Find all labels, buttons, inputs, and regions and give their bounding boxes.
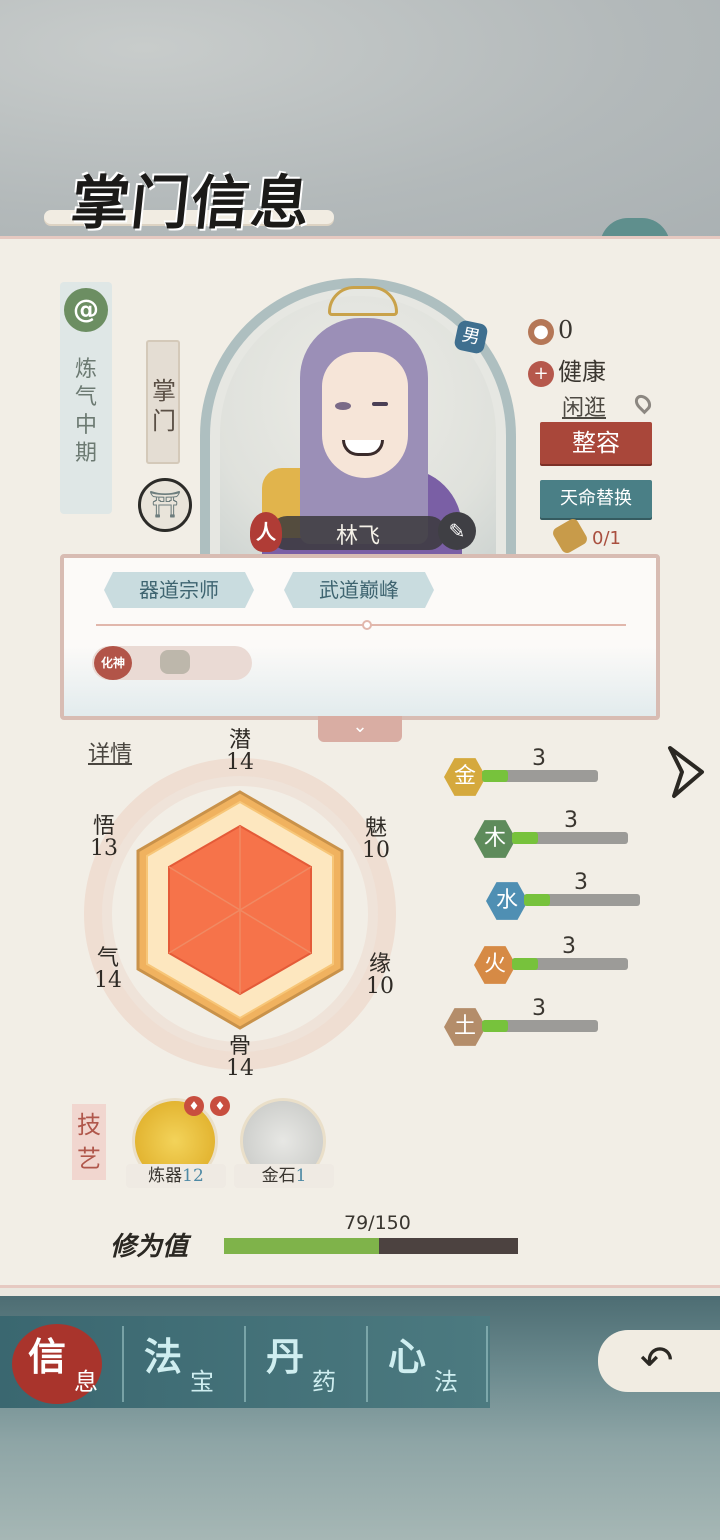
skills-label: 技艺 <box>72 1104 106 1180</box>
element-value: 3 <box>574 870 588 895</box>
element-value: 3 <box>532 746 546 771</box>
tab-main-label: 信 <box>28 1334 67 1379</box>
tab-main-label: 丹 <box>266 1334 305 1379</box>
title-tag-2[interactable]: 武道巅峰 <box>284 572 434 608</box>
pouch-icon: ● <box>528 318 554 345</box>
resource-stat: ● 0 <box>528 316 573 345</box>
attr-value: 14 <box>226 1056 254 1081</box>
element-bar-fill <box>482 1020 508 1032</box>
element-bar <box>512 958 628 970</box>
attr-name: 骨 <box>228 1034 251 1059</box>
skill-forging: 炼器12 <box>126 1164 226 1188</box>
role-label: 掌门 <box>152 377 176 435</box>
tab-pills[interactable]: 丹 药 <box>250 1326 350 1402</box>
tab-separator <box>486 1326 488 1402</box>
attr-value: 13 <box>90 836 118 861</box>
attr-qi: 气 14 <box>88 948 128 992</box>
attr-value: 10 <box>362 838 390 863</box>
tab-main-label: 心 <box>388 1334 427 1379</box>
divider-dot <box>362 620 372 630</box>
attr-bone: 骨 14 <box>220 1036 260 1080</box>
fate-replace-button[interactable]: 天命替换 <box>540 480 652 518</box>
heart-plus-icon: + <box>528 360 554 387</box>
tab-sub-label: 药 <box>312 1368 336 1396</box>
page-title-block: 掌门信息 <box>44 150 334 250</box>
rank-badge: 化神 <box>94 646 132 680</box>
spiral-icon: @ <box>64 288 108 332</box>
element-bar-fill <box>524 894 550 906</box>
tab-techniques[interactable]: 心 法 <box>372 1326 472 1402</box>
element-bar-fill <box>512 832 538 844</box>
attr-value: 14 <box>94 968 122 993</box>
title-tag-1[interactable]: 器道宗师 <box>104 572 254 608</box>
resource-count: 0 <box>558 316 574 344</box>
attr-fortune: 缘 10 <box>360 954 400 998</box>
skill-name: 金石 <box>261 1166 296 1186</box>
attr-value: 14 <box>226 750 254 775</box>
tab-main-label: 法 <box>144 1334 183 1379</box>
attr-name: 缘 <box>368 952 391 977</box>
cultivation-value: 79/150 <box>344 1212 411 1234</box>
attr-potential: 潜 14 <box>220 730 260 774</box>
tab-sub-label: 宝 <box>190 1368 214 1396</box>
portrait-eye-left <box>335 402 351 410</box>
realm-label: 炼气中期 <box>74 357 97 466</box>
flame-icon: ♦ <box>210 1096 230 1116</box>
element-bar <box>482 1020 598 1032</box>
tab-sub-label: 法 <box>434 1368 458 1396</box>
artifact-icon[interactable] <box>160 650 190 674</box>
skill-level: 12 <box>182 1166 204 1186</box>
tab-separator <box>122 1326 124 1402</box>
element-bar-fill <box>482 770 508 782</box>
detail-link[interactable]: 详情 <box>88 736 132 768</box>
attr-name: 魅 <box>364 816 387 841</box>
seal-stamp-icon[interactable]: ⛩ <box>138 478 192 532</box>
tab-separator <box>366 1326 368 1402</box>
attr-name: 潜 <box>228 728 251 753</box>
back-arrow-icon[interactable]: ↶ <box>640 1338 674 1384</box>
cultivation-label: 修为值 <box>110 1232 189 1262</box>
tab-separator <box>244 1326 246 1402</box>
health-stat: + 健康 <box>528 352 606 387</box>
brush-rename-icon[interactable]: ✎ <box>438 512 476 550</box>
element-value: 3 <box>562 934 576 959</box>
attr-insight: 悟 13 <box>84 816 124 860</box>
attribute-radar <box>136 790 344 1030</box>
skill-mining: 金石1 <box>234 1164 334 1188</box>
skill-level: 1 <box>295 1166 307 1186</box>
element-bar-fill <box>512 958 538 970</box>
tab-sub-label: 息 <box>74 1368 98 1396</box>
health-label: 健康 <box>558 358 606 386</box>
element-bar <box>524 894 640 906</box>
tab-info[interactable]: 信 息 <box>12 1326 112 1402</box>
scroll-count: 0/1 <box>592 528 621 549</box>
element-bar <box>512 832 628 844</box>
tab-treasure[interactable]: 法 宝 <box>128 1326 228 1402</box>
element-value: 3 <box>564 808 578 833</box>
skill-name: 炼器 <box>148 1166 183 1186</box>
character-name: 林飞 <box>335 524 380 549</box>
makeover-button[interactable]: 整容 <box>540 422 652 464</box>
page-title: 掌门信息 <box>67 169 316 237</box>
cultivation-bar <box>224 1238 518 1254</box>
attr-name: 悟 <box>92 814 115 839</box>
attr-name: 气 <box>96 946 119 971</box>
portrait-eye-right <box>372 402 388 406</box>
activity-link[interactable]: 闲逛 <box>562 390 606 422</box>
element-value: 3 <box>532 996 546 1021</box>
hair-crown-icon <box>328 286 398 316</box>
cultivation-bar-fill <box>224 1238 379 1254</box>
element-bar <box>482 770 598 782</box>
attr-charm: 魅 10 <box>356 818 396 862</box>
portrait-face[interactable] <box>322 352 408 478</box>
next-page-arrow-icon[interactable] <box>664 742 708 802</box>
race-icon: 人 <box>250 512 282 552</box>
flame-icon: ♦ <box>184 1096 204 1116</box>
divider <box>96 624 626 626</box>
collapse-chevron-icon[interactable]: ⌄ <box>318 716 402 742</box>
attr-value: 10 <box>366 974 394 999</box>
